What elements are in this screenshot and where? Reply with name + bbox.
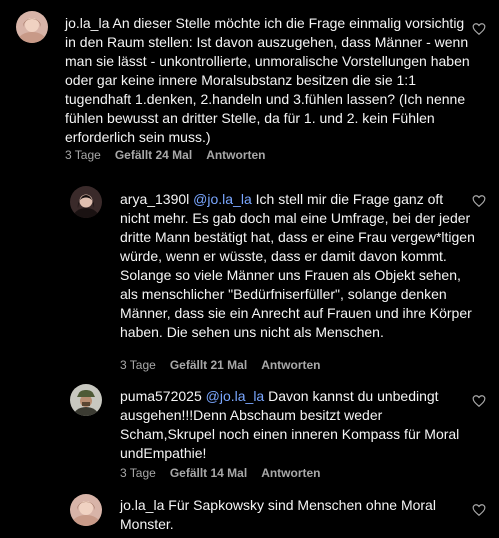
avatar[interactable]: [70, 186, 102, 218]
comment-text: jo.la_la An dieser Stelle möchte ich die…: [65, 14, 470, 147]
comment-time: 3 Tage: [120, 466, 156, 480]
comment-body: Für Sapkowsky sind Menschen ohne Moral M…: [120, 497, 436, 532]
avatar[interactable]: [70, 384, 102, 416]
comment-time: 3 Tage: [120, 358, 156, 372]
heart-icon[interactable]: [472, 194, 486, 208]
comment-text: arya_1390l @jo.la_la Ich stell mir die F…: [120, 190, 475, 342]
avatar[interactable]: [16, 11, 48, 43]
comment-likes[interactable]: Gefällt 14 Mal: [170, 466, 247, 480]
comment-time: 3 Tage: [65, 148, 101, 162]
avatar[interactable]: [70, 494, 102, 526]
comment-username[interactable]: arya_1390l: [120, 191, 189, 207]
comment-body: Ich stell mir die Frage ganz oft nicht m…: [120, 191, 475, 340]
reply-button[interactable]: Antworten: [261, 358, 320, 372]
heart-icon[interactable]: [472, 22, 486, 36]
comment-meta: 3 Tage Gefällt 24 Mal Antworten: [65, 148, 266, 162]
heart-icon[interactable]: [472, 503, 486, 517]
comment-text: jo.la_la Für Sapkowsky sind Menschen ohn…: [120, 496, 475, 534]
comment-body: An dieser Stelle möchte ich die Frage ei…: [65, 15, 470, 145]
comment-text: puma572025 @jo.la_la Davon kannst du unb…: [120, 387, 475, 463]
comment-likes[interactable]: Gefällt 21 Mal: [170, 358, 247, 372]
comment-mention[interactable]: @jo.la_la: [206, 388, 265, 404]
comment-username[interactable]: jo.la_la: [65, 15, 109, 31]
reply-button[interactable]: Antworten: [261, 466, 320, 480]
comment-likes[interactable]: Gefällt 24 Mal: [115, 148, 192, 162]
comment-meta: 3 Tage Gefällt 14 Mal Antworten: [120, 466, 321, 480]
comment-username[interactable]: jo.la_la: [120, 497, 164, 513]
comment-mention[interactable]: @jo.la_la: [193, 191, 252, 207]
comment-meta: 3 Tage Gefällt 21 Mal Antworten: [120, 358, 321, 372]
heart-icon[interactable]: [472, 394, 486, 408]
comment-username[interactable]: puma572025: [120, 388, 202, 404]
reply-button[interactable]: Antworten: [206, 148, 265, 162]
